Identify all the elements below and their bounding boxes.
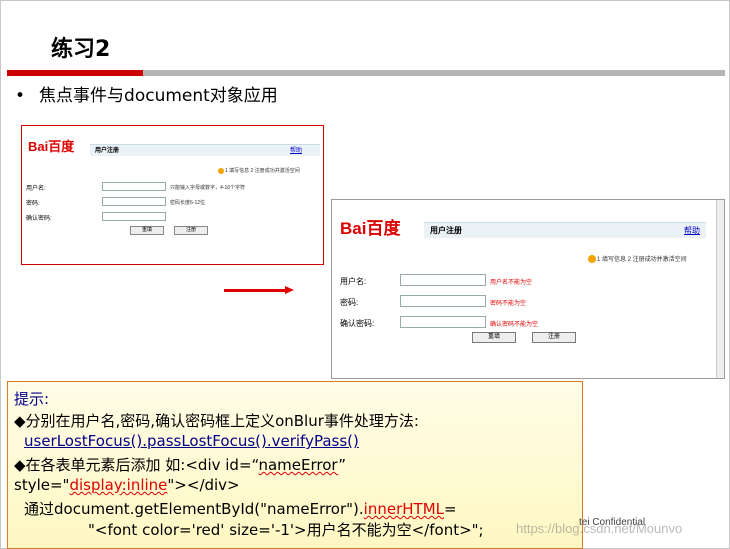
header-bar [90,144,320,156]
slide: 练习2 • 焦点事件与document对象应用 Bai百度 用户注册 帮助 1 填… [0,0,730,549]
username-label: 用户名: [26,186,46,192]
step-icon [218,167,224,174]
password-error: 密码不能为空 [490,301,527,307]
tip-line-4-a: style=" [14,476,70,494]
confirm-password-input[interactable] [400,316,486,328]
help-link[interactable]: 帮助 [290,145,302,154]
steps-indicator: 1 填写信息 2 注册成功并激活空间 [588,254,687,264]
tip-line-5-a: 通过document.getElementById("nameError"). [24,500,364,518]
confirm-password-input[interactable] [102,212,166,221]
tip-line-3-b: nameError [258,456,339,474]
header-title: 用户注册 [95,148,120,154]
tip-box: 提示: ◆分别在用户名,密码,确认密码框上定义onBlur事件处理方法: use… [7,381,583,549]
scrollbar[interactable] [716,200,724,378]
header-title: 用户注册 [430,226,462,235]
tip-line-6: "<font color='red' size='-1'>用户名不能为空</fo… [88,521,484,539]
arrow-line [224,289,286,292]
username-label: 用户名: [340,277,367,286]
title-rule-accent [7,70,143,76]
steps-text: 1 填写信息 2 注册成功并激活空间 [225,168,300,174]
help-link[interactable]: 帮助 [684,225,700,236]
tip-line-5-b: innerHTML [363,500,444,518]
bullet-text: 焦点事件与document对象应用 [39,86,278,106]
tip-line-3-a: ◆在各表单元素后添加 如:<div id=“ [14,456,259,474]
confirm-password-error: 确认密码不能为空 [490,322,539,328]
username-input[interactable] [400,274,486,286]
form-screenshot-after: Bai百度 用户注册 帮助 1 填写信息 2 注册成功并激活空间 用户名: 用户… [331,199,725,379]
tip-line-4-c: "></div> [167,476,240,494]
password-hint: 密码长度6-12位 [170,200,206,206]
tip-line-5-c: = [444,500,457,518]
tip-line-1: ◆分别在用户名,密码,确认密码框上定义onBlur事件处理方法: [14,412,419,430]
tip-line-4: style="display:inline"></div> [14,476,240,494]
password-input[interactable] [102,197,166,206]
password-input[interactable] [400,295,486,307]
username-error: 用户名不能为空 [490,280,533,286]
reset-button[interactable]: 重填 [472,332,516,343]
slide-title: 练习2 [51,37,111,62]
password-label: 密码: [340,298,359,307]
tip-line-2: userLostFocus().passLostFocus().verifyPa… [24,432,359,450]
username-hint: 只能输入字母或数字，4-16个字符 [170,185,246,191]
reset-button[interactable]: 重填 [130,226,164,235]
tip-line-5: 通过document.getElementById("nameError").i… [24,498,457,519]
arrow-right-icon [285,286,294,294]
bullet-item: • 焦点事件与document对象应用 [15,81,278,106]
header-bar [424,222,706,238]
step-icon [588,255,596,264]
tip-line-3-c: ” [338,456,346,474]
form-screenshot-before: Bai百度 用户注册 帮助 1 填写信息 2 注册成功并激活空间 用户名: 只能… [21,125,324,265]
baidu-logo: Bai百度 [340,219,401,238]
register-button[interactable]: 注册 [532,332,576,343]
bullet-dot-icon: • [15,86,26,106]
confirm-password-label: 确认密码: [26,216,52,222]
username-input[interactable] [102,182,166,191]
password-label: 密码: [26,201,40,207]
register-button[interactable]: 注册 [174,226,208,235]
baidu-logo: Bai百度 [28,139,75,154]
tip-heading: 提示: [14,390,50,408]
tip-line-4-b: display:inline [69,476,168,494]
watermark: https://blog.csdn.net/Mounvo [516,521,683,536]
confirm-password-label: 确认密码: [340,319,375,328]
title-rule [143,70,725,76]
steps-text: 1 填写信息 2 注册成功并激活空间 [597,257,687,263]
steps-indicator: 1 填写信息 2 注册成功并激活空间 [218,167,300,174]
tip-line-3: ◆在各表单元素后添加 如:<div id=“nameError” [14,454,346,475]
